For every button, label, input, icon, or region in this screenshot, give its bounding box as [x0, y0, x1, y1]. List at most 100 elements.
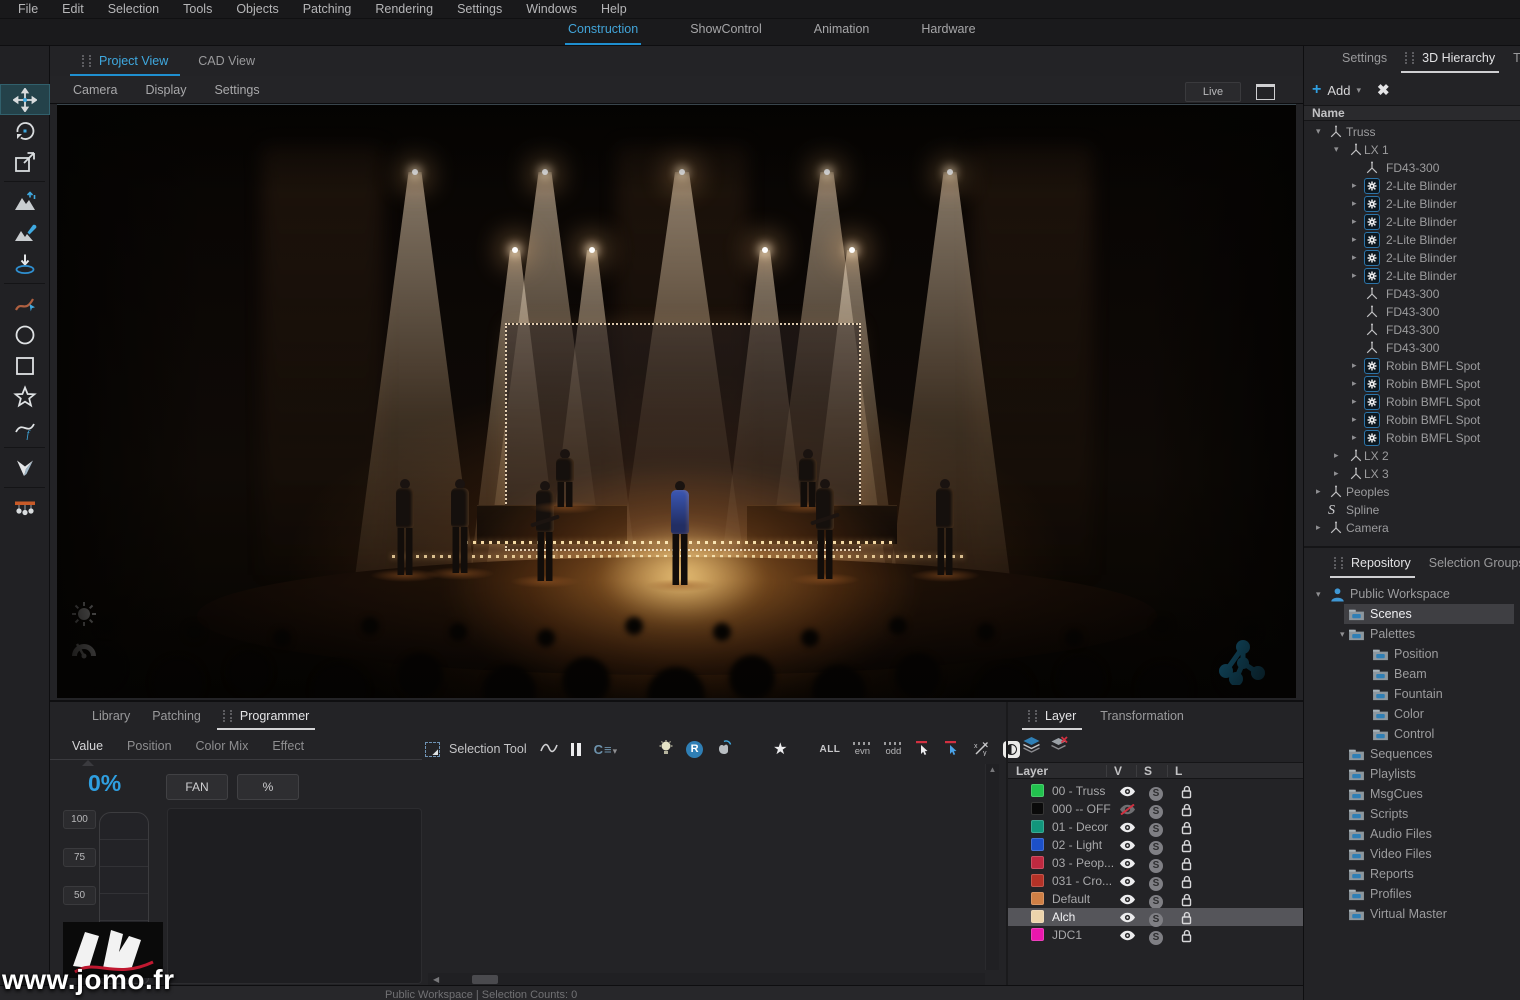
mode-tab-showcontrol[interactable]: ShowControl	[687, 22, 765, 45]
solo-badge-icon[interactable]: S	[1149, 838, 1163, 855]
hierarchy-item[interactable]: ▸Robin BMFL Spot	[1304, 393, 1520, 411]
brightness-sun-icon[interactable]	[71, 601, 97, 630]
xy-lock-icon[interactable]: xy	[973, 740, 990, 759]
hierarchy-item[interactable]: FD43-300	[1304, 285, 1520, 303]
tree-expand-arrow[interactable]: ▸	[1352, 216, 1357, 227]
spline-tool[interactable]	[0, 288, 50, 319]
speed-gauge-icon[interactable]	[69, 635, 99, 662]
layer-row[interactable]: 000 -- OFF S	[1008, 800, 1303, 818]
visibility-eye-icon[interactable]	[1119, 875, 1136, 890]
hierarchy-item[interactable]: SSpline	[1304, 501, 1520, 519]
repository-item[interactable]: Control	[1304, 724, 1520, 744]
repo-tab-selection-groups[interactable]: Selection Groups	[1425, 556, 1520, 578]
repository-item[interactable]: Virtual Master	[1304, 904, 1520, 924]
wave-icon[interactable]	[540, 742, 558, 757]
cs-dropdown[interactable]: C≡▾	[594, 742, 618, 757]
subtab-effect[interactable]: Effect	[262, 736, 314, 759]
selection-tool-icon[interactable]	[425, 742, 440, 757]
solo-badge-icon[interactable]: S	[1149, 874, 1163, 891]
repository-item[interactable]: Profiles	[1304, 884, 1520, 904]
fader-scale-75[interactable]: 75	[63, 848, 96, 867]
tree-expand-arrow[interactable]: ▸	[1352, 378, 1357, 389]
tree-expand-arrow[interactable]: ▸	[1334, 450, 1339, 461]
visibility-eye-icon[interactable]	[1119, 857, 1136, 872]
layer-color-swatch[interactable]	[1031, 784, 1044, 797]
right-tab-tool[interactable]: Tool	[1509, 51, 1520, 73]
tree-expand-arrow[interactable]: ▸	[1352, 198, 1357, 209]
menu-objects[interactable]: Objects	[224, 1, 290, 17]
visibility-eye-icon[interactable]	[1119, 929, 1136, 944]
hierarchy-item[interactable]: FD43-300	[1304, 321, 1520, 339]
layer-row[interactable]: Default S	[1008, 890, 1303, 908]
hierarchy-item[interactable]: ▸2-Lite Blinder	[1304, 213, 1520, 231]
live-button[interactable]: Live	[1185, 82, 1241, 102]
layer-row[interactable]: 031 - Cro... S	[1008, 872, 1303, 890]
repository-item[interactable]: Fountain	[1304, 684, 1520, 704]
terrain-raise-tool[interactable]	[0, 186, 50, 217]
hierarchy-item[interactable]: ▸2-Lite Blinder	[1304, 249, 1520, 267]
tree-expand-arrow[interactable]: ▸	[1352, 234, 1357, 245]
hierarchy-item[interactable]: FD43-300	[1304, 339, 1520, 357]
layer-color-swatch[interactable]	[1031, 838, 1044, 851]
select-all-button[interactable]: ALL	[819, 744, 840, 755]
hoist-tool[interactable]	[0, 492, 50, 523]
percent-button[interactable]: %	[237, 774, 299, 800]
circle-tool[interactable]	[0, 319, 50, 350]
layer-delete-icon[interactable]	[1049, 736, 1068, 756]
layer-color-swatch[interactable]	[1031, 802, 1044, 815]
layer-row[interactable]: 00 - Truss S	[1008, 782, 1303, 800]
viewport-menu-settings[interactable]: Settings	[203, 83, 270, 97]
rectangle-tool[interactable]	[0, 350, 50, 381]
mode-tab-construction[interactable]: Construction	[565, 22, 641, 45]
layer-color-swatch[interactable]	[1031, 910, 1044, 923]
visibility-eye-off-icon[interactable]	[1119, 803, 1136, 818]
star-tool[interactable]	[0, 381, 50, 412]
menu-windows[interactable]: Windows	[514, 1, 589, 17]
programmer-tab-patching[interactable]: Patching	[146, 709, 207, 730]
add-dropdown-caret-icon[interactable]: ▾	[1356, 85, 1361, 96]
cone-tool[interactable]	[0, 452, 50, 483]
hierarchy-item[interactable]: ▸Camera	[1304, 519, 1520, 537]
tree-expand-arrow[interactable]: ▸	[1352, 252, 1357, 263]
select-odd-button[interactable]: odd	[884, 742, 902, 757]
subtab-value[interactable]: Value	[62, 736, 113, 759]
add-button[interactable]: Add	[1327, 83, 1350, 98]
scrollbar-thumb[interactable]	[472, 975, 498, 984]
hierarchy-item[interactable]: ▸Robin BMFL Spot	[1304, 375, 1520, 393]
tree-expand-arrow[interactable]: ▸	[1352, 396, 1357, 407]
repository-item[interactable]: Audio Files	[1304, 824, 1520, 844]
tree-expand-arrow[interactable]: ▸	[1352, 414, 1357, 425]
visibility-eye-icon[interactable]	[1119, 911, 1136, 926]
hierarchy-item[interactable]: ▸Peoples	[1304, 483, 1520, 501]
menu-settings[interactable]: Settings	[445, 1, 514, 17]
right-tab-3d-hierarchy[interactable]: 3D Hierarchy	[1401, 51, 1499, 73]
repository-item[interactable]: Scripts	[1304, 804, 1520, 824]
curve-tool[interactable]: f	[0, 412, 50, 443]
layer-row[interactable]: 01 - Decor S	[1008, 818, 1303, 836]
tree-expand-arrow[interactable]: ▸	[1334, 468, 1339, 479]
solo-badge-icon[interactable]: S	[1149, 910, 1163, 927]
menu-rendering[interactable]: Rendering	[363, 1, 445, 17]
hierarchy-item[interactable]: ▸2-Lite Blinder	[1304, 231, 1520, 249]
tree-expand-arrow[interactable]: ▸	[1352, 270, 1357, 281]
hierarchy-item[interactable]: ▸Robin BMFL Spot	[1304, 429, 1520, 447]
programmer-content-area[interactable]	[167, 808, 422, 984]
visibility-eye-icon[interactable]	[1119, 821, 1136, 836]
mode-tab-hardware[interactable]: Hardware	[918, 22, 978, 45]
layer-color-swatch[interactable]	[1031, 820, 1044, 833]
repository-item[interactable]: Position	[1304, 644, 1520, 664]
drop-to-floor-tool[interactable]	[0, 248, 50, 279]
fader-scale-50[interactable]: 50	[63, 886, 96, 905]
fan-button[interactable]: FAN	[166, 774, 228, 800]
repository-item[interactable]: Reports	[1304, 864, 1520, 884]
tree-collapse-arrow[interactable]: ▾	[1316, 126, 1321, 137]
pause-icon[interactable]	[571, 743, 581, 756]
repository-item[interactable]: Scenes	[1304, 604, 1520, 624]
viewport-menu-camera[interactable]: Camera	[62, 83, 128, 97]
layer-color-swatch[interactable]	[1031, 928, 1044, 941]
cursor-top-select-icon[interactable]	[915, 740, 931, 759]
repository-item[interactable]: Beam	[1304, 664, 1520, 684]
visibility-eye-icon[interactable]	[1119, 893, 1136, 908]
favorite-star-icon[interactable]: ★	[773, 739, 787, 759]
solo-badge-icon[interactable]: S	[1149, 928, 1163, 945]
